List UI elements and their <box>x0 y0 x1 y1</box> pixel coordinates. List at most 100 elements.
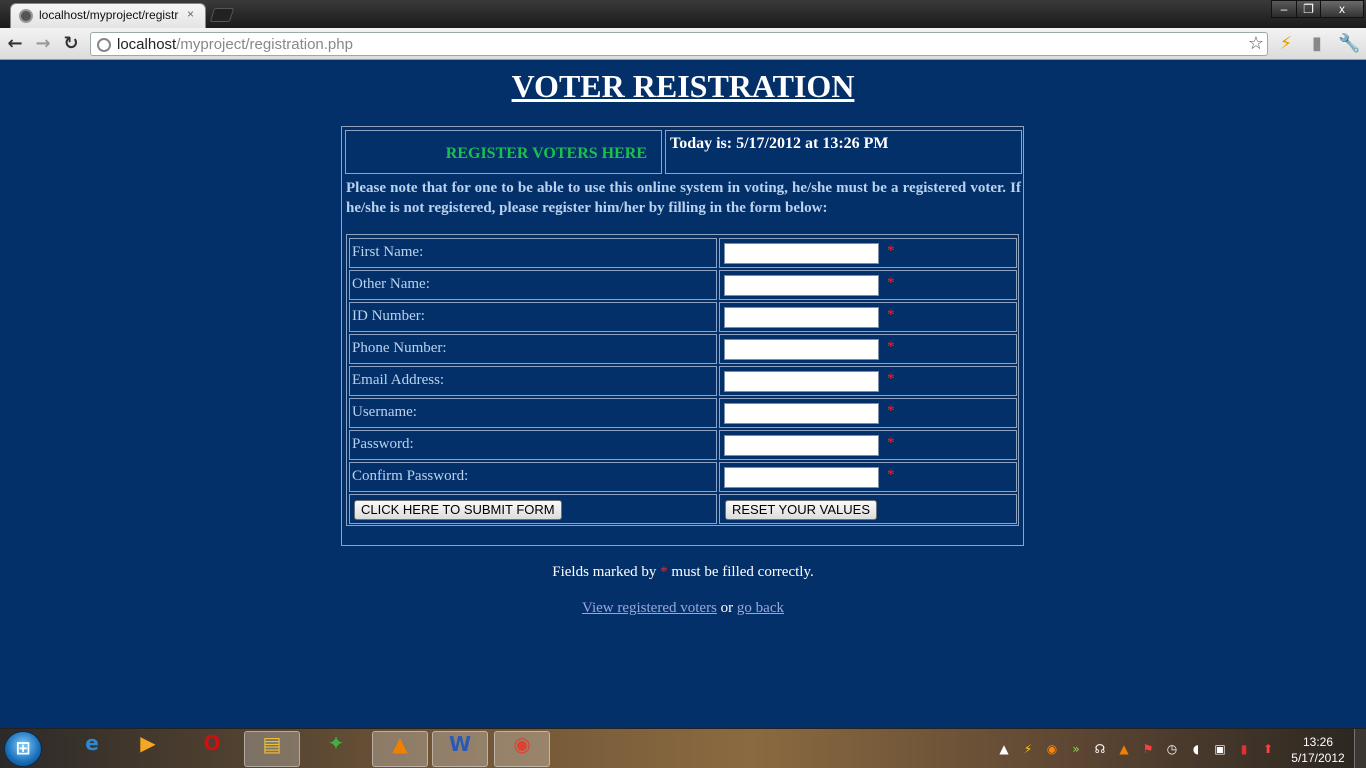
chrome-icon[interactable]: ◉ <box>494 731 550 767</box>
address-bar[interactable]: localhost/myproject/registration.php ☆ <box>90 32 1268 56</box>
phone-number-label: Phone Number: <box>352 340 447 356</box>
loading-icon <box>19 9 33 23</box>
vlc-icon[interactable]: ▲ <box>372 731 428 767</box>
forward-arrow-icon[interactable]: → <box>32 33 54 55</box>
id-number-label-cell: ID Number: <box>349 302 717 332</box>
opera-icon[interactable]: O <box>184 731 240 767</box>
lightning-tray-icon[interactable]: ⚡ <box>1020 741 1036 757</box>
required-marker: * <box>887 339 895 355</box>
signal-extension-icon[interactable]: ▮ <box>1306 33 1328 55</box>
date-cell: Today is: 5/17/2012 at 13:26 PM <box>665 130 1022 174</box>
confirm-password-input[interactable] <box>724 467 879 488</box>
phone-number-input-cell: * <box>719 334 1017 364</box>
username-label: Username: <box>352 404 417 420</box>
required-marker: * <box>887 467 895 483</box>
maximize-button[interactable]: ❐ <box>1296 0 1321 18</box>
other-name-input[interactable] <box>724 275 879 296</box>
minimize-button[interactable]: – <box>1271 0 1297 18</box>
lightning-extension-icon[interactable]: ⚡ <box>1275 33 1297 55</box>
registration-table: REGISTER VOTERS HERE Today is: 5/17/2012… <box>341 126 1024 546</box>
alert-tray-icon[interactable]: ⬆ <box>1260 741 1276 757</box>
clock-date[interactable]: 5/17/2012 <box>1288 751 1348 765</box>
word-icon[interactable]: W <box>432 731 488 767</box>
first-name-label: First Name: <box>352 244 424 260</box>
other-name-label-cell: Other Name: <box>349 270 717 300</box>
network-icon[interactable]: ▮ <box>1236 741 1252 757</box>
windows-taskbar: ⊞ e ▶ O ▤ ✦ ▲ W ◉ ▲ ⚡ ◉ » ☊ ▲ ⚑ ◷ ◖ ▣ ▮ … <box>0 728 1366 768</box>
go-back-link[interactable]: go back <box>737 600 784 616</box>
required-marker: * <box>887 371 895 387</box>
headset-tray-icon[interactable]: ☊ <box>1092 741 1108 757</box>
id-number-input-cell: * <box>719 302 1017 332</box>
url-text[interactable]: localhost/myproject/registration.php <box>117 36 353 53</box>
browser-titlebar: localhost/myproject/registr × – ❐ x <box>0 0 1366 28</box>
email-input-cell: * <box>719 366 1017 396</box>
submit-button[interactable]: CLICK HERE TO SUBMIT FORM <box>354 500 562 520</box>
reload-icon[interactable]: ↻ <box>60 33 82 55</box>
file-explorer-icon[interactable]: ▤ <box>244 731 300 767</box>
footer-links: View registered voters or go back <box>0 600 1366 617</box>
first-name-input-cell: * <box>719 238 1017 268</box>
internet-explorer-icon[interactable]: e <box>64 731 120 767</box>
current-date: Today is: 5/17/2012 at 13:26 PM <box>670 135 889 152</box>
tab-title: localhost/myproject/registr <box>39 8 179 22</box>
close-window-button[interactable]: x <box>1320 0 1364 18</box>
confirm-password-input-cell: * <box>719 462 1017 492</box>
phone-number-label-cell: Phone Number: <box>349 334 717 364</box>
id-number-label: ID Number: <box>352 308 425 324</box>
volume-icon[interactable]: ◖ <box>1188 741 1204 757</box>
register-heading-cell: REGISTER VOTERS HERE <box>345 130 662 174</box>
reset-cell: RESET YOUR VALUES <box>719 494 1017 524</box>
registration-notice: Please note that for one to be able to u… <box>346 180 1021 216</box>
required-marker: * <box>887 307 895 323</box>
email-label: Email Address: <box>352 372 445 388</box>
username-label-cell: Username: <box>349 398 717 428</box>
reset-button[interactable]: RESET YOUR VALUES <box>725 500 877 520</box>
required-marker: * <box>887 275 895 291</box>
email-input[interactable] <box>724 371 879 392</box>
first-name-input[interactable] <box>724 243 879 264</box>
required-fields-note: Fields marked by * must be filled correc… <box>0 564 1366 581</box>
registration-form: First Name: * Other Name: * ID Number: *… <box>346 234 1019 526</box>
new-tab-button[interactable] <box>209 8 235 22</box>
media-player-icon[interactable]: ▶ <box>120 731 176 767</box>
browser-tab[interactable]: localhost/myproject/registr × <box>10 3 206 28</box>
submit-cell: CLICK HERE TO SUBMIT FORM <box>349 494 717 524</box>
wrench-icon[interactable]: 🔧 <box>1338 33 1360 55</box>
forward-tray-icon[interactable]: » <box>1068 741 1084 757</box>
avast-tray-icon[interactable]: ◉ <box>1044 741 1060 757</box>
password-label-cell: Password: <box>349 430 717 460</box>
footnote-marker: * <box>660 564 668 580</box>
footnote-before: Fields marked by <box>552 564 657 580</box>
browser-toolbar: ← → ↻ localhost/myproject/registration.p… <box>0 28 1366 60</box>
view-voters-link[interactable]: View registered voters <box>582 600 717 616</box>
bookmark-star-icon[interactable]: ☆ <box>1248 33 1264 54</box>
confirm-password-label-cell: Confirm Password: <box>349 462 717 492</box>
flag-tray-icon[interactable]: ⚑ <box>1140 741 1156 757</box>
show-desktop-button[interactable] <box>1354 729 1366 768</box>
password-input[interactable] <box>724 435 879 456</box>
url-path: /myproject/registration.php <box>176 36 353 53</box>
clock-time[interactable]: 13:26 <box>1296 735 1340 749</box>
footnote-after: must be filled correctly. <box>671 564 814 580</box>
windows-logo-icon: ⊞ <box>15 738 31 759</box>
vlc-tray-icon[interactable]: ▲ <box>1116 741 1132 757</box>
speed-tray-icon[interactable]: ◷ <box>1164 741 1180 757</box>
phone-number-input[interactable] <box>724 339 879 360</box>
required-marker: * <box>887 403 895 419</box>
register-heading: REGISTER VOTERS HERE <box>445 145 647 162</box>
device-tray-icon[interactable]: ▣ <box>1212 741 1228 757</box>
globe-icon <box>97 38 111 52</box>
other-name-label: Other Name: <box>352 276 430 292</box>
username-input-cell: * <box>719 398 1017 428</box>
email-label-cell: Email Address: <box>349 366 717 396</box>
start-button[interactable]: ⊞ <box>4 731 42 767</box>
link-separator: or <box>720 600 734 616</box>
back-arrow-icon[interactable]: ← <box>4 33 26 55</box>
tab-close-icon[interactable]: × <box>187 7 194 21</box>
drive-tray-icon[interactable]: ▲ <box>996 741 1012 757</box>
paint-app-icon[interactable]: ✦ <box>308 731 364 767</box>
password-label: Password: <box>352 436 414 452</box>
username-input[interactable] <box>724 403 879 424</box>
id-number-input[interactable] <box>724 307 879 328</box>
